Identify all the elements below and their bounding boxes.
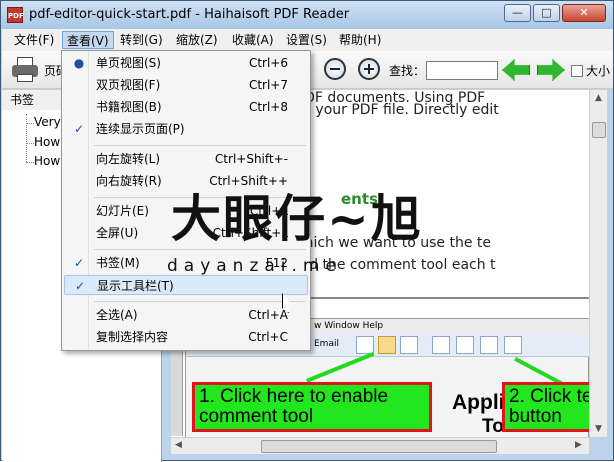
menu-help[interactable]: 帮助(H) (335, 31, 385, 49)
pdf-app-icon: PDF (7, 7, 24, 23)
scroll-left-icon[interactable]: ◀ (175, 440, 182, 450)
menu-item-label: 显示工具栏(T) (97, 279, 174, 293)
previous-arrow-icon[interactable] (502, 59, 530, 81)
tree-branch (26, 162, 34, 163)
bookmark-item[interactable]: How (34, 135, 60, 149)
menu-goto[interactable]: 转到(G) (116, 31, 167, 49)
menu-item-shortcut: F12 (265, 256, 288, 270)
horizontal-scrollbar[interactable]: ◀ ▶ (171, 437, 589, 454)
layout-tool-icon (432, 336, 450, 354)
menu-separator (94, 249, 306, 250)
menu-separator (94, 145, 306, 146)
menu-settings[interactable]: 设置(S) (282, 31, 331, 49)
menu-item-label: 双页视图(F) (96, 78, 161, 92)
menu-item-rotate-left[interactable]: 向左旋转(L) Ctrl+Shift+- (64, 149, 308, 169)
menu-item-label: 单页视图(S) (96, 56, 161, 70)
callout-enable-comment: 1. Click here to enable comment tool (192, 382, 432, 432)
tree-branch (26, 143, 34, 144)
menu-item-book-view[interactable]: 书籍视图(B) Ctrl+8 (64, 97, 308, 117)
menu-item-label: 书籍视图(B) (96, 100, 162, 114)
menu-item-shortcut: Ctrl+8 (248, 100, 288, 114)
menu-item-label: 向左旋转(L) (96, 152, 161, 166)
menu-item-fullscreen[interactable]: 全屏(U) Ctrl+Shift+L (64, 223, 308, 243)
check-icon: ✓ (73, 122, 85, 136)
vertical-scrollbar[interactable]: ▲ ▼ (589, 90, 607, 437)
maximize-button[interactable]: □ (533, 4, 560, 22)
title-bar[interactable]: PDF pdf-editor-quick-start.pdf - Haihais… (1, 1, 613, 29)
bookmark-item[interactable]: Very (34, 115, 61, 129)
menu-item-label: 复制选择内容 (96, 330, 169, 344)
menu-item-label: 向右旋转(R) (96, 174, 162, 188)
menu-item-shortcut: Ctrl+6 (248, 56, 288, 70)
embedded-email-label: Email (314, 339, 339, 349)
menu-item-single-page[interactable]: ● 单页视图(S) Ctrl+6 (64, 53, 308, 73)
menu-item-shortcut: Ctrl+L (249, 204, 288, 218)
embedded-menu-text: w Window Help (314, 321, 384, 331)
menu-item-rotate-right[interactable]: 向右旋转(R) Ctrl+Shift++ (64, 171, 308, 191)
menu-bar: 文件(F) 查看(V) 转到(G) 缩放(Z) 收藏(A) 设置(S) 帮助(H… (2, 29, 613, 51)
vertical-scroll-thumb[interactable] (592, 122, 606, 138)
menu-item-continuous[interactable]: ✓ 连续显示页面(P) (64, 119, 308, 139)
size-checkbox-label: 大小 (586, 64, 611, 78)
horizontal-scroll-thumb[interactable] (261, 440, 497, 453)
menu-item-show-toolbar[interactable]: ✓ 显示工具栏(T) (64, 275, 308, 295)
zoom-out-icon[interactable] (324, 58, 346, 80)
menu-item-shortcut: Ctrl+Shift+L (212, 226, 288, 240)
find-input[interactable] (426, 61, 498, 80)
minimize-button[interactable]: — (504, 4, 531, 22)
menu-item-shortcut: Ctrl+7 (248, 78, 288, 92)
tree-connector (26, 114, 27, 162)
menu-zoom[interactable]: 缩放(Z) (172, 31, 222, 49)
select-tool-icon (400, 336, 418, 354)
close-button[interactable]: ✕ (562, 4, 606, 22)
scroll-right-icon[interactable]: ▶ (575, 440, 582, 450)
menu-item-shortcut: Ctrl+Shift++ (209, 174, 288, 188)
menu-item-two-page[interactable]: 双页视图(F) Ctrl+7 (64, 75, 308, 95)
note-tool-icon (456, 336, 474, 354)
menu-item-label: 连续显示页面(P) (96, 122, 185, 136)
doc-heading: ents (341, 190, 378, 208)
menu-view[interactable]: 查看(V) (62, 31, 114, 49)
callout-click-button: 2. Click te button (502, 382, 589, 432)
tree-branch (26, 123, 34, 124)
bookmark-item[interactable]: How (34, 154, 60, 168)
menu-item-slideshow[interactable]: 幻灯片(E) Ctrl+L (64, 201, 308, 221)
check-icon: ✓ (74, 279, 86, 293)
menu-item-bookmarks[interactable]: ✓ 书签(M) F12 (64, 253, 308, 273)
menu-separator (94, 301, 306, 302)
printer-icon[interactable] (12, 57, 38, 83)
scroll-up-icon[interactable]: ▲ (595, 93, 602, 103)
zoom-in-icon[interactable] (358, 58, 380, 80)
menu-item-shortcut: Ctrl+C (248, 330, 288, 344)
window-title: pdf-editor-quick-start.pdf - Haihaisoft … (29, 7, 350, 22)
menu-item-copy-selection[interactable]: 复制选择内容 Ctrl+C (64, 327, 308, 347)
application-window: PDF pdf-editor-quick-start.pdf - Haihais… (0, 0, 614, 462)
menu-item-select-all[interactable]: 全选(A) Ctrl+A (64, 305, 308, 325)
next-arrow-icon[interactable] (537, 59, 565, 81)
check-icon: ✓ (73, 256, 85, 270)
menu-item-label: 幻灯片(E) (96, 204, 149, 218)
menu-file[interactable]: 文件(F) (10, 31, 58, 49)
radio-dot-icon: ● (73, 56, 85, 70)
embedded-heading: To (482, 416, 504, 437)
size-checkbox[interactable] (571, 65, 583, 77)
scroll-down-icon[interactable]: ▼ (595, 424, 602, 434)
menu-separator (94, 197, 306, 198)
stamp-tool-icon (480, 336, 498, 354)
menu-item-shortcut: Ctrl+Shift+- (214, 152, 288, 166)
view-menu-dropdown: ● 单页视图(S) Ctrl+6 双页视图(F) Ctrl+7 书籍视图(B) … (61, 50, 311, 351)
comment-tool-icon (378, 336, 396, 354)
shape-tool-icon (504, 336, 522, 354)
menu-item-label: 书签(M) (96, 256, 140, 270)
menu-item-label: 全屏(U) (96, 226, 139, 240)
menu-favorites[interactable]: 收藏(A) (228, 31, 278, 49)
menu-item-label: 全选(A) (96, 308, 138, 322)
find-label: 查找： (389, 64, 426, 78)
